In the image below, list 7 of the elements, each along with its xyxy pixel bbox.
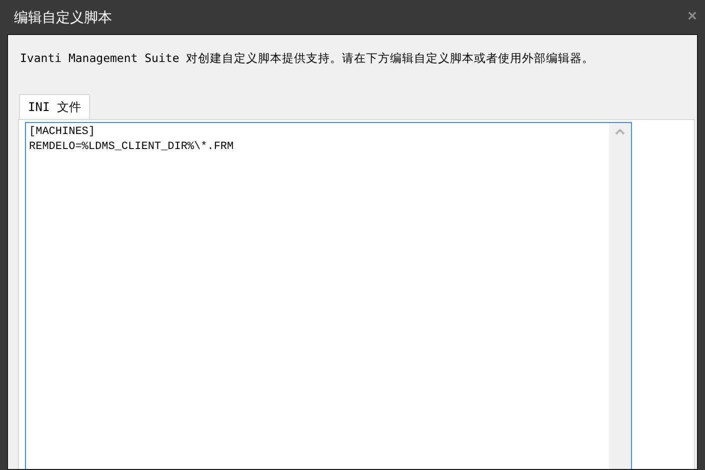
script-text: [MACHINES] REMDELO=%LDMS_CLIENT_DIR%\*.FRM — [28, 125, 235, 155]
window-title: 编辑自定义脚本 — [14, 8, 112, 26]
code-editor[interactable]: [MACHINES] REMDELO=%LDMS_CLIENT_DIR%\*.FRM — [25, 122, 632, 469]
scroll-up-icon[interactable] — [615, 129, 625, 135]
tab[interactable]: INI 文件 — [19, 94, 90, 119]
scrollbar[interactable] — [609, 123, 631, 469]
description-text: Ivanti Management Suite 对创建自定义脚本提供支持。请在下方编辑自定义脚本或者使用外部编辑器。 — [19, 50, 596, 67]
